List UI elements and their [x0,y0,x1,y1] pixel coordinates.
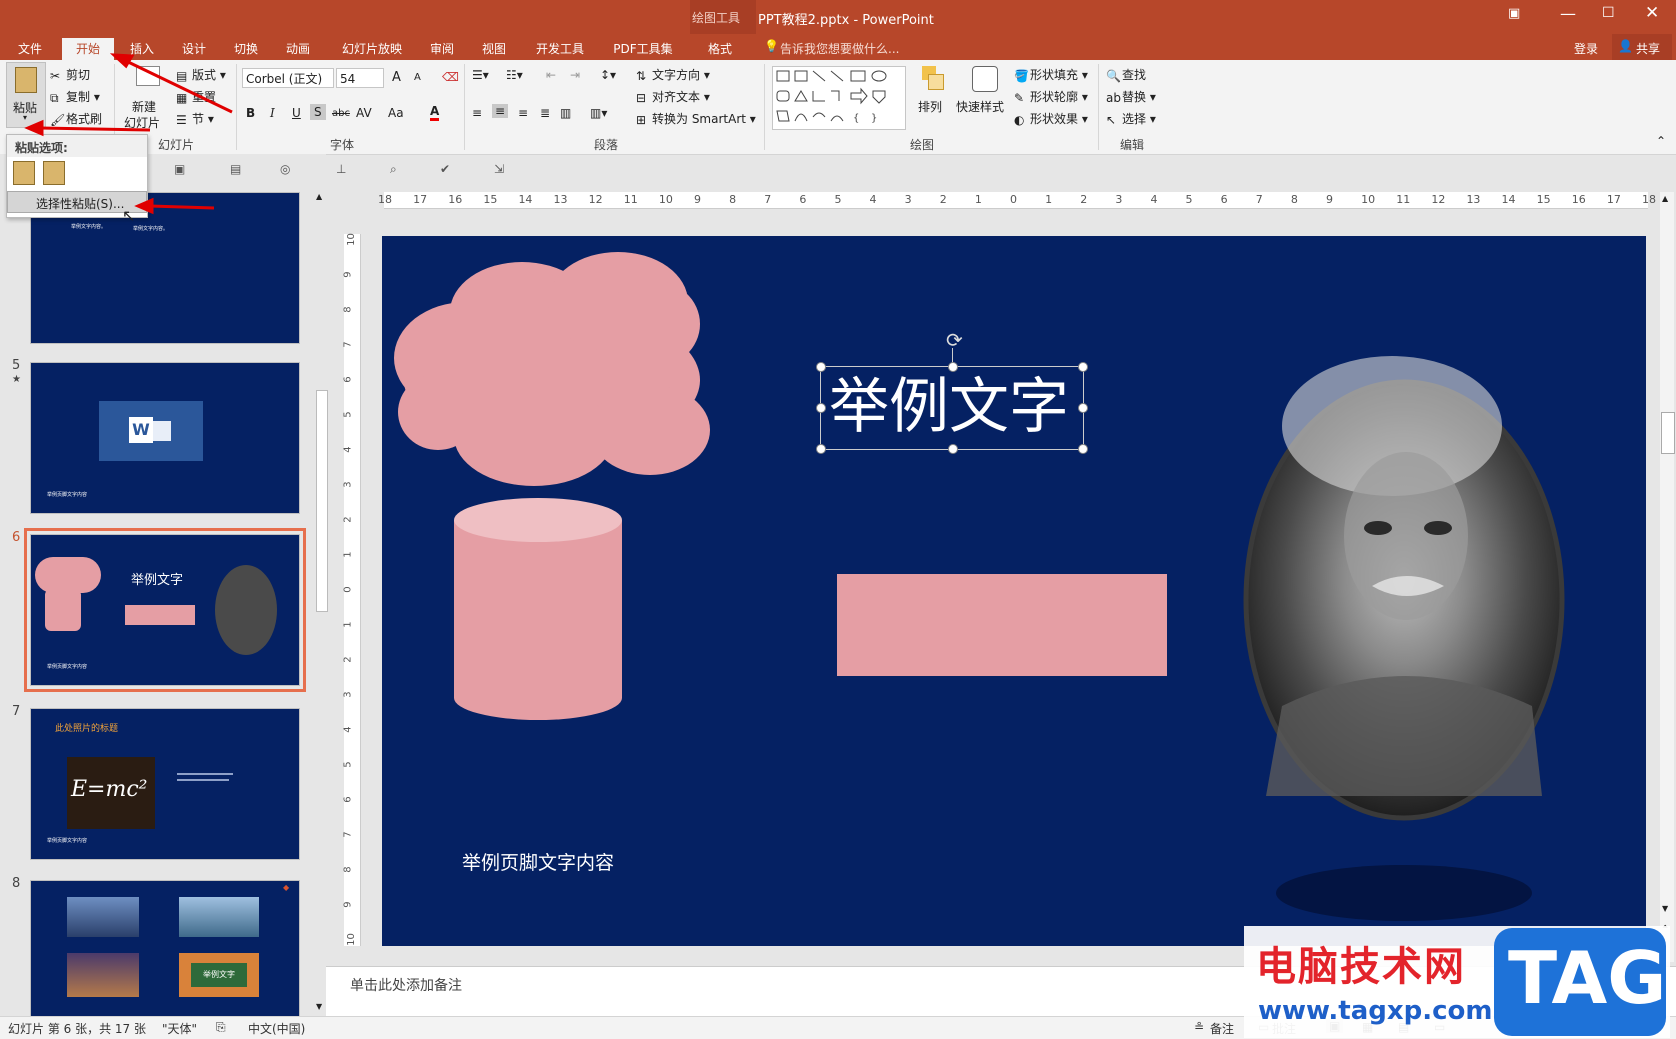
thumb-leaves-photo: 举例文字 [179,953,259,997]
thumb-footer: 举例页脚文字内容 [47,664,88,670]
ruler-tick-label: 5 [342,761,354,768]
pink-rectangle[interactable] [837,574,1167,676]
slide-position-status: 幻灯片 第 6 张，共 17 张 [8,1022,146,1036]
resize-handle[interactable] [948,362,958,372]
ruler-tick-label: 2 [342,516,354,523]
slide-thumbnails-pane: ▣ ▤ ◎ ⊥ ⌕ ✔ ⇲ 举例文字内容。 举例文字内容。 5 ★ W 举例页脚… [0,154,504,1022]
thumb-footer: 举例页脚文字内容 [47,492,88,498]
thumb-portrait [215,565,277,655]
portrait-reflection [1276,865,1532,921]
thumbnail-scrollbar[interactable]: ▲ ▼ [314,190,328,1016]
vertical-ruler: 10 9 8 7 6 5 4 3 2 1 0 1 2 3 4 5 6 7 8 9 10 [342,233,361,946]
scroll-down-icon[interactable]: ▼ [316,1002,322,1011]
title-textbox[interactable]: 举例文字 [820,366,1084,450]
slide-number: 5 [12,358,21,373]
ruler-tick-label: 4 [342,726,354,733]
slide-number: 7 [12,704,21,719]
slide-canvas[interactable]: 举例文字 ⟳ 举例页脚文字内容 [382,236,1646,946]
ruler-tick-label: 7 [342,831,354,838]
resize-handle[interactable] [1078,403,1088,413]
thumb-title: 举例文字 [131,573,184,588]
slide-footer-text[interactable]: 举例页脚文字内容 [462,848,614,875]
thumb-rect [125,605,195,625]
watermark-site-name: 电脑技术网 [1256,944,1466,990]
watermark-url: www.tagxp.com [1258,996,1493,1026]
ruler-tick-label: 9 [342,901,354,908]
thumb-text-line [177,779,229,781]
ruler-tick-label: 3 [342,691,354,698]
ruler-tick-label: 1 [342,621,354,628]
title-text: 举例文字 [829,372,1069,442]
ruler-tick-label: 2 [342,656,354,663]
thumb-footer: 举例页脚文字内容 [47,838,88,844]
spellcheck-icon[interactable]: ⎘ [216,1020,226,1035]
ruler-tick-label: 9 [342,271,354,278]
thumb-mountain-photo [67,897,139,937]
thumb-lake-photo [179,897,259,937]
slide-number: 6 [12,530,21,545]
watermark-tag-logo: TAG [1494,928,1666,1036]
resize-handle[interactable] [816,403,826,413]
scroll-thumb[interactable] [316,390,328,612]
thumb-mark-icon: ◆ [283,883,290,892]
thumbnail-slide-5[interactable]: W 举例页脚文字内容 [30,362,300,514]
watermark: 电脑技术网 www.tagxp.com TAG [1244,926,1670,1038]
editor-scrollbar[interactable]: ▲ ▼ ⏶ [1660,192,1675,962]
word-icon-page [153,421,171,441]
thumb-title: 此处照片的标题 [55,724,119,734]
ruler-tick-label: 5 [342,411,354,418]
ruler-tick-label: 3 [342,481,354,488]
notes-toggle[interactable]: 备注 [1210,1020,1234,1037]
cylinder-shape[interactable] [454,498,622,720]
notes-placeholder: 单击此处添加备注 [350,978,462,994]
thumb-caption: 举例文字 [191,963,247,987]
notes-icon: ≗ [1194,1020,1205,1034]
ruler-tick-label: 4 [342,446,354,453]
theme-status: "天体" [162,1022,198,1036]
ruler-tick-label: 7 [342,341,354,348]
thumb-city-photo [67,953,139,997]
word-logo: W [99,401,203,461]
thumb-formula-image: E=mc² [67,757,155,829]
slide-number: 8 [12,876,21,891]
thumb-cloud [35,557,101,593]
resize-handle[interactable] [816,362,826,372]
ruler-tick-label: 6 [342,376,354,383]
ruler-tick-label: 0 [342,586,354,593]
resize-handle[interactable] [1078,444,1088,454]
thumb-cylinder [45,589,81,631]
thumb-text-line [177,773,233,775]
ruler-tick-label: 8 [342,866,354,873]
thumbnail-slide-8[interactable]: 举例文字 ◆ [30,880,300,1022]
annotation-arrows [24,53,233,215]
resize-handle[interactable] [948,444,958,454]
formula-text: E=mc² [71,777,148,802]
portrait-image[interactable] [1243,356,1565,821]
watermark-tag-text: TAG [1508,936,1667,1020]
thumbnail-slide-6[interactable]: 举例文字 举例页脚文字内容 [24,528,306,692]
animation-star-icon: ★ [12,374,21,385]
ruler-tick-label: 10 [345,933,357,946]
scroll-down-icon[interactable]: ▼ [1662,904,1668,913]
resize-handle[interactable] [816,444,826,454]
resize-handle[interactable] [1078,362,1088,372]
scroll-thumb[interactable] [1661,412,1675,454]
ruler-tick-label: 8 [342,306,354,313]
ruler-tick-label: 1 [342,551,354,558]
word-icon: W [129,417,153,443]
thumbnail-slide-7[interactable]: 此处照片的标题 E=mc² 举例页脚文字内容 [30,708,300,860]
language-status[interactable]: 中文(中国) [248,1020,305,1037]
ruler-tick-label: 6 [342,796,354,803]
slide-shapes [394,252,1565,921]
rotate-handle-icon[interactable]: ⟳ [946,330,963,350]
cloud-shape[interactable] [394,252,710,486]
